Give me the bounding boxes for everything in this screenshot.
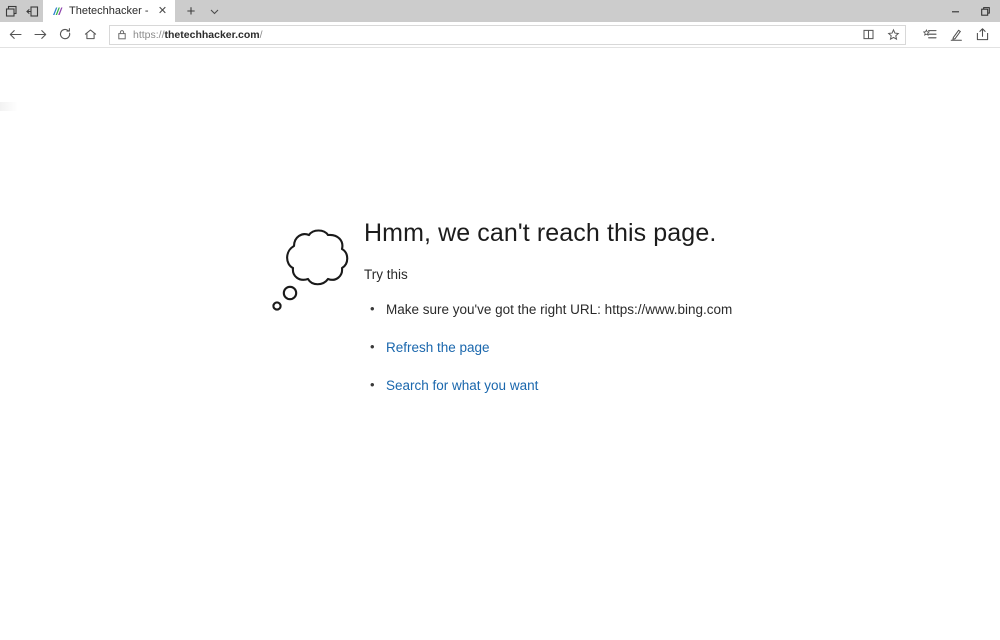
forward-button[interactable] [28, 23, 53, 47]
tab-preview-icon[interactable] [4, 4, 19, 19]
browser-window: Thetechhacker - Simplif ✕ + [0, 0, 1000, 640]
suggestion-text: Make sure you've got the right URL: http… [386, 302, 733, 317]
reading-view-icon[interactable] [859, 26, 878, 44]
url-path: / [259, 28, 263, 41]
tab-strip: Thetechhacker - Simplif ✕ + [0, 0, 1000, 22]
tabstrip-left-controls [0, 0, 43, 22]
url-host: thetechhacker.com [164, 28, 260, 41]
error-text-column: Hmm, we can't reach this page. Try this … [364, 218, 732, 416]
window-controls [940, 0, 1000, 22]
url-scheme: https:// [133, 28, 165, 41]
hub-favorites-icon[interactable] [918, 23, 942, 47]
minimize-button[interactable] [940, 0, 970, 22]
web-notes-icon[interactable] [944, 23, 968, 47]
back-button[interactable] [3, 23, 28, 47]
chevron-down-icon[interactable] [204, 0, 224, 22]
thought-cloud-icon [272, 229, 349, 311]
url-text[interactable]: https://thetechhacker.com/ [133, 26, 853, 44]
error-subtitle: Try this [364, 267, 408, 282]
navigation-toolbar: https://thetechhacker.com/ [0, 22, 1000, 48]
search-link[interactable]: Search for what you want [386, 378, 538, 393]
close-icon[interactable]: ✕ [156, 5, 169, 18]
page-title: Hmm, we can't reach this page. [364, 219, 717, 247]
toolbar-right-actions [910, 23, 994, 47]
restore-button[interactable] [970, 0, 1000, 22]
share-icon[interactable] [970, 23, 994, 47]
refresh-button[interactable] [53, 23, 78, 47]
page-loading-artifact [0, 102, 18, 111]
address-bar[interactable]: https://thetechhacker.com/ [109, 24, 906, 45]
tabstrip-after-controls: + [175, 0, 224, 22]
home-button[interactable] [78, 23, 103, 47]
site-favicon [51, 5, 63, 17]
error-page: Hmm, we can't reach this page. Try this … [268, 218, 732, 416]
error-illustration [268, 218, 364, 319]
list-item: Make sure you've got the right URL: http… [364, 301, 733, 319]
browser-tab[interactable]: Thetechhacker - Simplif ✕ [43, 0, 175, 22]
set-tabs-aside-icon[interactable] [25, 4, 40, 19]
lock-icon [116, 29, 127, 41]
suggestion-list: Make sure you've got the right URL: http… [364, 301, 733, 395]
new-tab-button[interactable]: + [180, 0, 202, 22]
list-item[interactable]: Search for what you want [364, 377, 732, 395]
page-content: Hmm, we can't reach this page. Try this … [0, 48, 1000, 640]
refresh-page-link[interactable]: Refresh the page [386, 340, 490, 355]
tab-title: Thetechhacker - Simplif [69, 5, 150, 17]
list-item[interactable]: Refresh the page [364, 339, 732, 357]
favorite-star-icon[interactable] [884, 26, 903, 44]
